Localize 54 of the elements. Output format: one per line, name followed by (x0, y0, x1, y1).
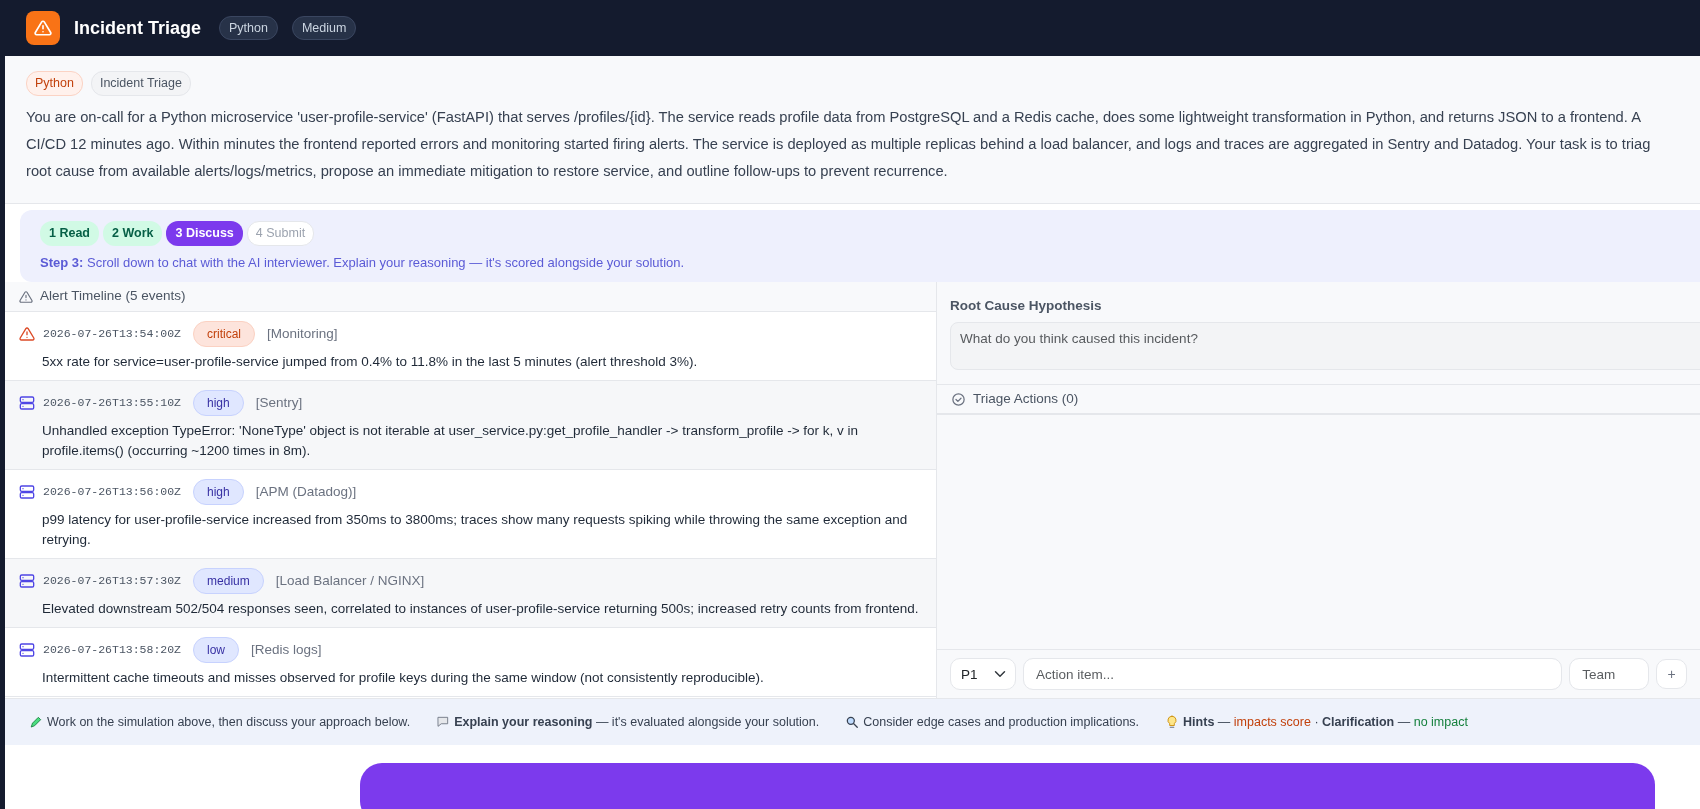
tip-text: Consider edge cases and production implications. (863, 713, 1140, 731)
alert-message: Elevated downstream 502/504 responses seen, correlated to instances of user-profile-service returning 500s; increased retry counts from frontend. (42, 600, 920, 618)
server-icon (19, 642, 35, 658)
tip-text: Hints — impacts score · Clarification — no impact (1183, 713, 1468, 731)
severity-badge: high (193, 390, 244, 416)
severity-badge: critical (193, 321, 256, 347)
lightbulb-icon (1165, 715, 1180, 729)
alert-message: Unhandled exception TypeError: 'NoneType' object is not iterable at user_service.py:get_profile_handler -> transform_profile -> for k, v in profile.items() (occurring ~1200 times in 8m). (42, 422, 860, 460)
team-field[interactable]: Team (1569, 658, 1650, 690)
warning-icon (19, 326, 35, 342)
pencil-icon (29, 715, 43, 729)
timestamp: 2026-07-26T13:58:20Z (43, 642, 182, 659)
task-description: You are on-call for a Python microservice 'user-profile-service' (FastAPI) that serves /profiles/{id}. The service reads profile data from PostgreSQL and a Redis cache, does some lightweight transformation in Python, and returns JSON to a frontend. A CI/CD 12 minutes ago. Within minutes the frontend reported errors and monitoring started firing alerts. The service is deployed as multiple replicas behind a load balancer, and logs and traces are aggregated in Sentry and Datadog. Your task is to triag root cause from available alerts/logs/metrics, propose an immediate mitigation to restore service, and outline follow-ups to prevent recurrence. (26, 107, 1651, 181)
tip-text: Work on the simulation above, then discuss your approach below. (47, 713, 411, 731)
warning-icon (19, 289, 33, 304)
alert-message: p99 latency for user-profile-service increased from 350ms to 3800ms; traces show many requests spiking while throwing the same exception and retrying. (42, 511, 909, 549)
timestamp: 2026-07-26T13:56:00Z (43, 484, 182, 501)
severity-badge: low (193, 637, 240, 663)
server-icon (19, 573, 35, 589)
severity-badge: medium (193, 568, 264, 594)
page-title: Incident Triage (74, 16, 202, 40)
alert-source: [Sentry] (255, 393, 303, 412)
add-button[interactable]: + (1656, 659, 1687, 689)
alert-source: [APM (Datadog)] (255, 482, 357, 501)
check-circle-icon (951, 391, 966, 407)
action-item-field[interactable]: Action item... (1023, 658, 1563, 690)
tag: Python (219, 15, 278, 41)
section-title: Triage Actions (0) (973, 390, 1079, 409)
section-title: Alert Timeline (5 events) (40, 287, 186, 306)
tag: Python (26, 71, 83, 96)
speech-bubble-icon (436, 715, 451, 729)
server-icon (19, 484, 35, 500)
timestamp: 2026-07-26T13:54:00Z (43, 326, 182, 343)
alert-source: [Redis logs] (251, 640, 322, 659)
timestamp: 2026-07-26T13:55:10Z (43, 395, 182, 412)
logo-icon (26, 11, 60, 45)
tag: Incident Triage (90, 71, 191, 96)
alert-message: 5xx rate for service=user-profile-service jumped from 0.4% to 11.8% in the last 5 minutes (alert threshold 3%). (42, 353, 699, 371)
severity-badge: high (193, 479, 244, 505)
hypothesis-field[interactable]: What do you think caused this incident? (950, 322, 1700, 371)
step-pill[interactable]: 1 Read (40, 220, 99, 246)
alert-message: Intermittent cache timeouts and misses observed for profile keys during the same window (not consistently reproducible). (42, 669, 765, 687)
search-icon (845, 715, 860, 729)
timestamp: 2026-07-26T13:57:30Z (43, 573, 182, 590)
step-hint: Step 3: Scroll down to chat with the AI interviewer. Explain your reasoning — it's scored alongside your solution. (40, 253, 686, 272)
tag: Medium (291, 15, 357, 41)
step-pill[interactable]: 2 Work (103, 220, 163, 246)
server-icon (19, 395, 35, 411)
step-pill[interactable]: 3 Discuss (166, 220, 243, 246)
priority-select[interactable]: P1 (950, 658, 1016, 690)
alert-source: [Monitoring] (267, 324, 338, 343)
field-label: Root Cause Hypothesis (949, 297, 1103, 315)
alert-source: [Load Balancer / NGINX] (275, 571, 425, 590)
tip-text: Explain your reasoning — it's evaluated alongside your solution. (454, 713, 820, 731)
